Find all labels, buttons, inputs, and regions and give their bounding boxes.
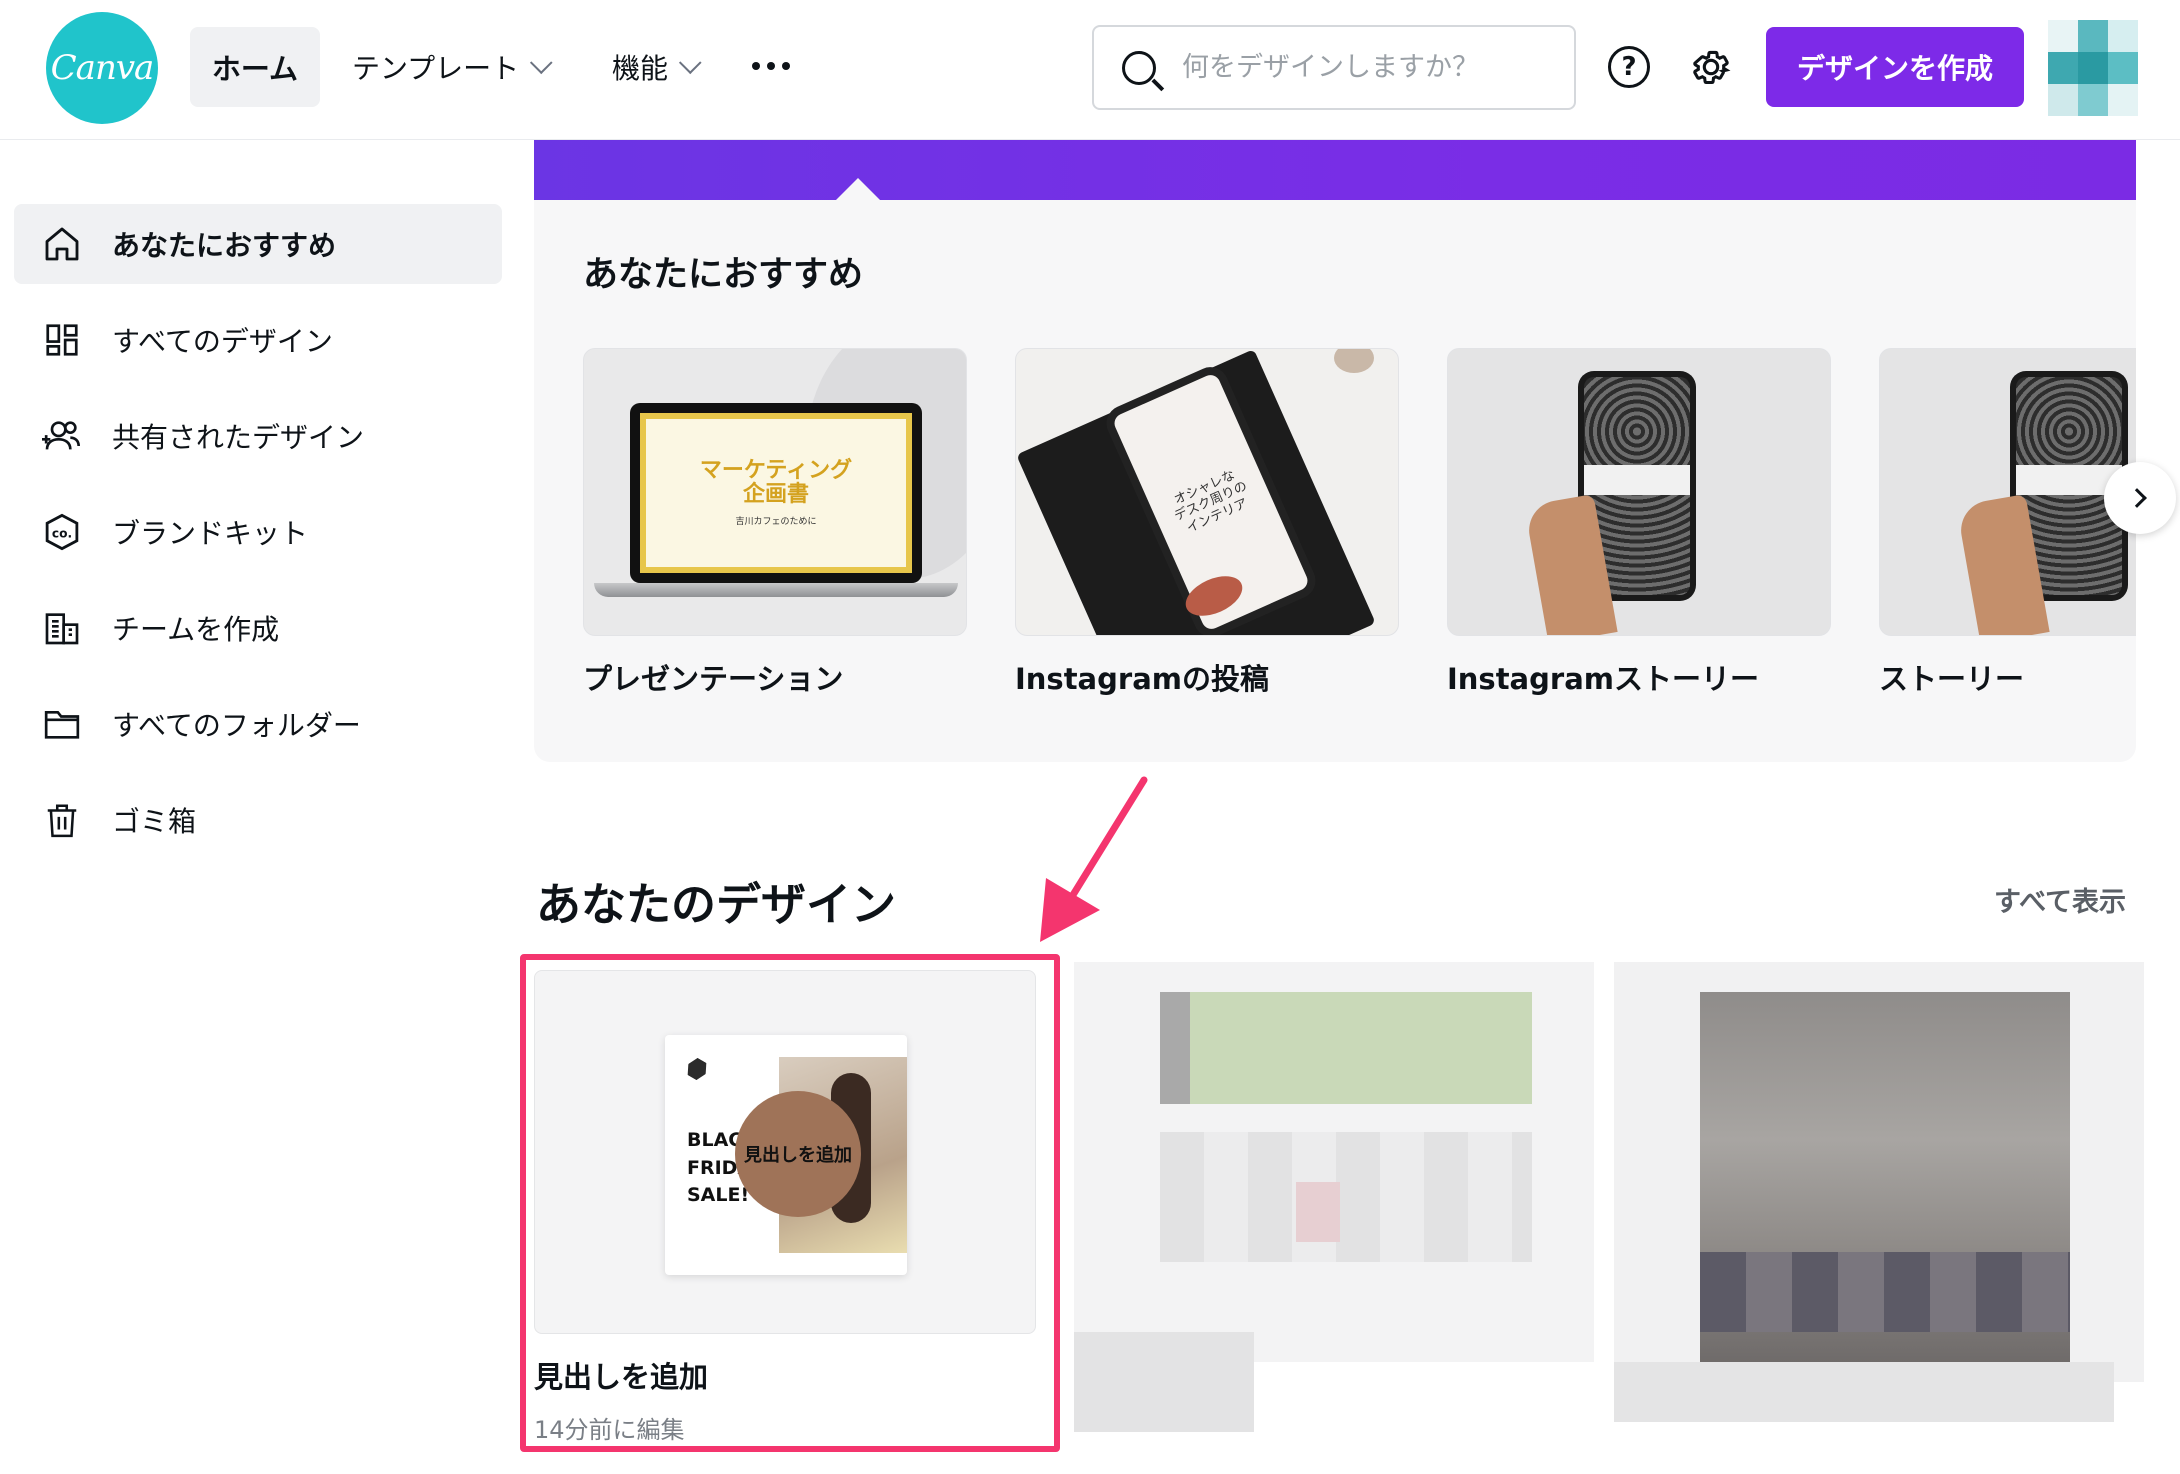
- pointer-arrow-icon: [1040, 776, 1148, 942]
- template-thumbnail: [1447, 348, 1831, 636]
- nav-features-label: 機能: [612, 52, 669, 85]
- band-notch: [836, 178, 880, 200]
- thumb-subtitle: 吉川カフェのために: [735, 516, 817, 527]
- grid-icon: [40, 318, 84, 362]
- design-title: 見出しを追加: [534, 1360, 709, 1394]
- template-card-instagram-post[interactable]: オシャレな デスク周りの インテリア Instagramの投稿: [1015, 348, 1399, 698]
- design-edited-time: 14分前に編集: [534, 1416, 685, 1444]
- sidebar-item-label: すべてのデザイン: [112, 325, 333, 358]
- sidebar-item-create-team[interactable]: チームを作成: [14, 588, 502, 668]
- search-icon: [1122, 50, 1156, 85]
- template-label: ストーリー: [1879, 662, 2025, 696]
- sidebar-item-label: あなたにおすすめ: [112, 229, 337, 262]
- folder-icon: [40, 702, 84, 746]
- thumb-title: オシャレな デスク周りの インテリア: [1171, 467, 1250, 537]
- sidebar-item-label: ブランドキット: [112, 517, 309, 550]
- search-box[interactable]: [1092, 25, 1576, 110]
- top-header: Canva ホーム テンプレート 機能 ? デザインを作成: [0, 0, 2180, 140]
- more-icon[interactable]: [752, 62, 790, 70]
- template-card-story[interactable]: ストーリー: [1879, 348, 2136, 698]
- sidebar-item-all-designs[interactable]: すべてのデザイン: [14, 300, 502, 380]
- search-input[interactable]: [1182, 52, 1542, 83]
- show-all-link[interactable]: すべて表示: [1994, 880, 2126, 919]
- your-designs-title: あなたのデザイン: [536, 878, 897, 931]
- design-card-blurred[interactable]: [1614, 962, 2150, 1442]
- design-thumbnail: BLACK FRIDAY SALE! 見出しを追加: [534, 970, 1036, 1334]
- sidebar-item-brand-kit[interactable]: co. ブランドキット: [14, 492, 502, 572]
- home-icon: [40, 222, 84, 266]
- avatar[interactable]: [2048, 20, 2138, 116]
- help-icon[interactable]: ?: [1608, 46, 1650, 88]
- design-card[interactable]: BLACK FRIDAY SALE! 見出しを追加 見出しを追加 14分前に編集: [534, 970, 1036, 1445]
- chevron-down-icon: [678, 51, 702, 75]
- people-icon: [40, 414, 84, 458]
- svg-text:co.: co.: [52, 526, 72, 540]
- template-thumbnail: オシャレな デスク周りの インテリア: [1015, 348, 1399, 636]
- thumb-title: マーケティング 企画書: [699, 458, 853, 507]
- sidebar-item-label: すべてのフォルダー: [112, 709, 361, 742]
- template-thumbnail: マーケティング 企画書 吉川カフェのために: [583, 348, 967, 636]
- canva-logo[interactable]: Canva: [46, 12, 158, 124]
- template-thumbnail: [1879, 348, 2136, 636]
- thumb-overlay-text: 見出しを追加: [744, 1145, 852, 1166]
- sidebar-item-shared[interactable]: 共有されたデザイン: [14, 396, 502, 476]
- template-label: プレゼンテーション: [583, 662, 844, 696]
- building-icon: [40, 606, 84, 650]
- design-card-blurred[interactable]: [1074, 962, 1610, 1442]
- sidebar-item-for-you[interactable]: あなたにおすすめ: [14, 204, 502, 284]
- gear-icon[interactable]: [1688, 44, 1734, 90]
- logo-text: Canva: [50, 48, 155, 88]
- sidebar-item-label: ゴミ箱: [112, 805, 197, 838]
- nav-features[interactable]: 機能: [612, 27, 702, 107]
- create-design-button[interactable]: デザインを作成: [1766, 27, 2024, 107]
- recommend-title: あなたにおすすめ: [583, 255, 864, 295]
- nav-templates[interactable]: テンプレート: [352, 27, 553, 107]
- template-label: Instagramの投稿: [1015, 662, 1269, 696]
- nav-templates-label: テンプレート: [352, 52, 520, 85]
- chevron-right-icon: [2127, 488, 2147, 508]
- sidebar-item-label: 共有されたデザイン: [112, 421, 365, 454]
- carousel-next-button[interactable]: [2104, 462, 2176, 534]
- sidebar-item-all-folders[interactable]: すべてのフォルダー: [14, 684, 502, 764]
- chevron-down-icon: [530, 51, 553, 75]
- sidebar-item-label: チームを作成: [112, 613, 280, 646]
- nav-home[interactable]: ホーム: [190, 27, 320, 107]
- brand-kit-icon: co.: [40, 510, 84, 554]
- template-card-presentation[interactable]: マーケティング 企画書 吉川カフェのために プレゼンテーション: [583, 348, 967, 698]
- sidebar: あなたにおすすめ すべてのデザイン 共有されたデザイン co. ブランドキット …: [14, 204, 502, 876]
- template-label: Instagramストーリー: [1447, 662, 1759, 696]
- sidebar-item-trash[interactable]: ゴミ箱: [14, 780, 502, 860]
- template-card-instagram-story[interactable]: Instagramストーリー: [1447, 348, 1831, 698]
- trash-icon: [40, 798, 84, 842]
